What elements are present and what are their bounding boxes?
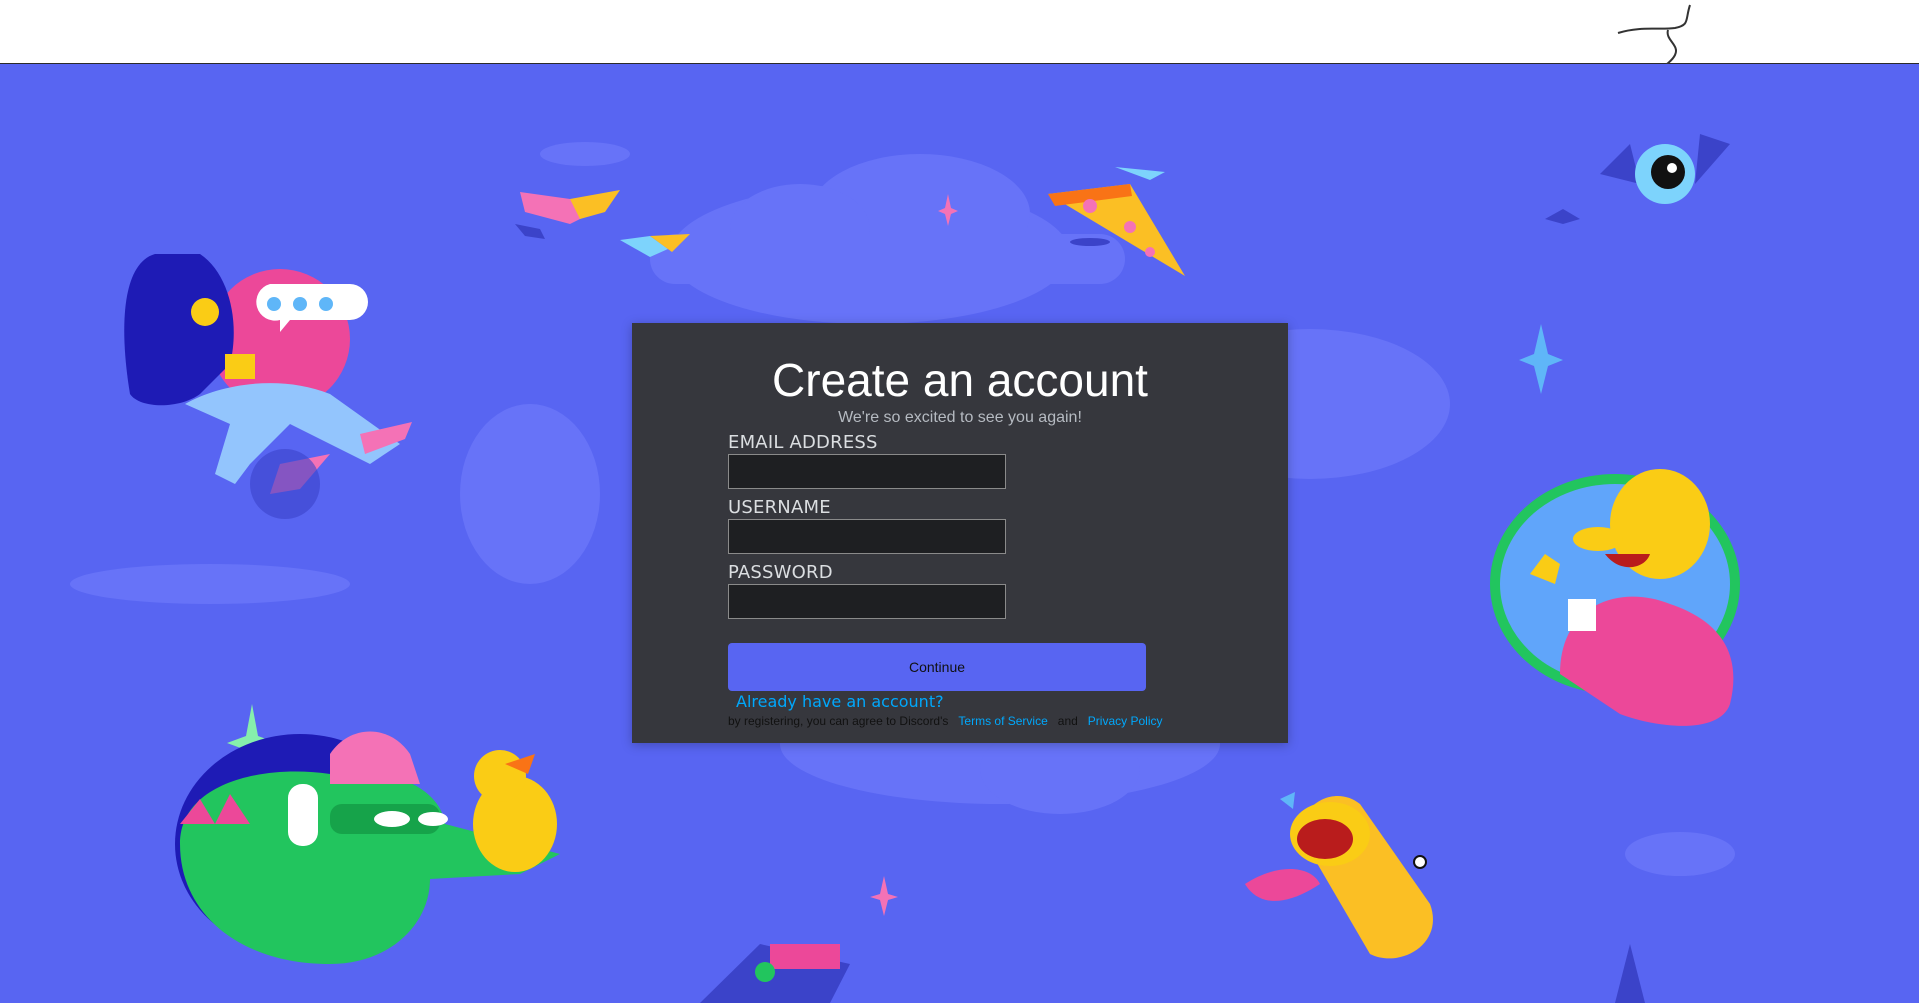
book-icon — [515, 190, 690, 257]
top-bar — [0, 0, 1919, 81]
character-on-couch-icon — [124, 254, 412, 519]
password-field[interactable] — [728, 584, 1006, 619]
login-link[interactable]: Already have an account? — [736, 692, 944, 711]
console-icon — [700, 944, 1645, 1003]
register-form: Create an account We're so excited to se… — [632, 323, 1288, 743]
page-title: Create an account — [772, 354, 1148, 406]
privacy-policy-link[interactable]: Privacy Policy — [1088, 714, 1163, 728]
duck-icon — [473, 750, 557, 872]
legal-prefix: by registering, you can agree to Discord… — [728, 714, 949, 728]
legal-text: by registering, you can agree to Discord… — [728, 714, 1162, 728]
continue-button[interactable]: Continue — [728, 643, 1146, 691]
illustrated-background: Create an account We're so excited to se… — [0, 64, 1919, 1003]
horn-icon — [1245, 792, 1433, 959]
username-label: USERNAME — [728, 497, 831, 518]
character-with-mug-icon — [1490, 469, 1740, 726]
email-label: EMAIL ADDRESS — [728, 432, 878, 453]
email-field[interactable] — [728, 454, 1006, 489]
bat-icon — [1545, 134, 1730, 224]
page-subtitle: We're so excited to see you again! — [838, 409, 1082, 426]
password-label: PASSWORD — [728, 562, 833, 583]
username-field[interactable] — [728, 519, 1006, 554]
legal-and: and — [1057, 714, 1078, 728]
terms-of-service-link[interactable]: Terms of Service — [958, 714, 1047, 728]
